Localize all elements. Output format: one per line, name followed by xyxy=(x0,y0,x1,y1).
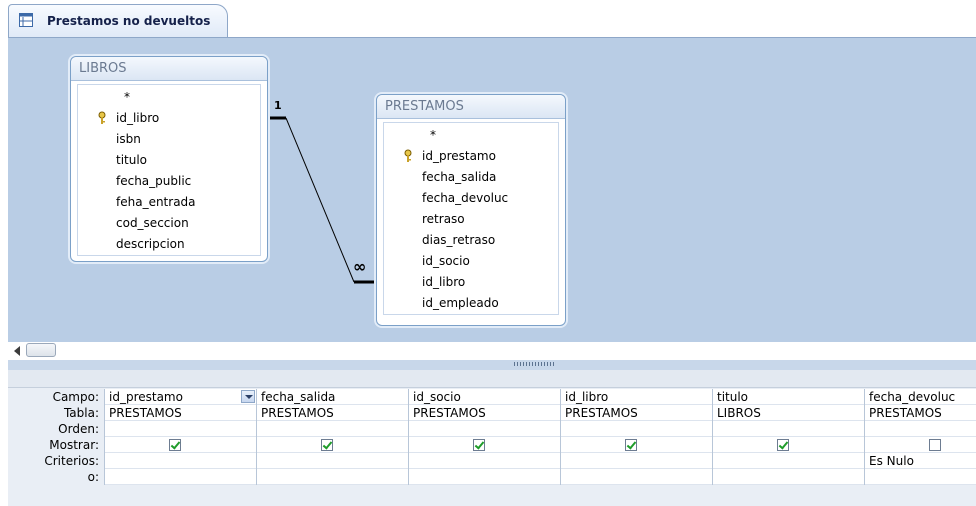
tabla-cell[interactable]: PRESTAMOS xyxy=(409,405,561,421)
criterios-cell[interactable] xyxy=(409,453,561,469)
o-cell[interactable] xyxy=(409,469,561,485)
field-item[interactable]: id_empleado xyxy=(384,293,558,314)
o-cell[interactable] xyxy=(865,469,976,485)
campo-cell[interactable]: id_libro xyxy=(561,389,713,405)
o-cell[interactable] xyxy=(561,469,713,485)
table-design-area[interactable]: 1 ∞ LIBROS * id_libro isbn titulo fecha_… xyxy=(8,37,976,342)
show-checkbox[interactable] xyxy=(625,439,637,451)
table-title[interactable]: PRESTAMOS xyxy=(377,95,565,119)
query-design-grid: Campo: Tabla: Orden: Mostrar: Criterios:… xyxy=(8,370,976,506)
row-label-mostrar: Mostrar: xyxy=(49,438,99,452)
scroll-left-icon[interactable] xyxy=(14,346,20,356)
grid-column: id_libro PRESTAMOS xyxy=(560,389,713,485)
field-item[interactable]: isbn xyxy=(78,129,260,150)
row-label-o: o: xyxy=(87,470,99,484)
field-list: * id_libro isbn titulo fecha_public feha… xyxy=(77,84,261,256)
row-label-campo: Campo: xyxy=(52,390,99,404)
campo-cell[interactable]: fecha_salida xyxy=(257,389,409,405)
show-checkbox[interactable] xyxy=(321,439,333,451)
o-cell[interactable] xyxy=(105,469,257,485)
field-dropdown-icon[interactable] xyxy=(241,390,255,403)
o-cell[interactable] xyxy=(713,469,865,485)
show-checkbox[interactable] xyxy=(929,439,941,451)
column-selector-strip[interactable] xyxy=(8,370,976,388)
criterios-cell[interactable] xyxy=(257,453,409,469)
row-label-tabla: Tabla: xyxy=(63,406,99,420)
grid-column: fecha_salida PRESTAMOS xyxy=(256,389,409,485)
field-item[interactable]: descripcion xyxy=(78,234,260,255)
relationship-one-label: 1 xyxy=(274,99,282,112)
field-item[interactable]: feha_entrada xyxy=(78,192,260,213)
field-item[interactable]: id_prestamo xyxy=(384,146,558,167)
table-title[interactable]: LIBROS xyxy=(71,57,267,81)
orden-cell[interactable] xyxy=(105,421,257,437)
orden-cell[interactable] xyxy=(561,421,713,437)
field-item[interactable]: fecha_devoluc xyxy=(384,188,558,209)
field-item[interactable]: cod_seccion xyxy=(78,213,260,234)
mostrar-cell[interactable] xyxy=(105,437,257,453)
horizontal-scrollbar[interactable] xyxy=(8,342,976,360)
campo-cell[interactable]: id_prestamo xyxy=(105,389,257,405)
field-list: * id_prestamo fecha_salida fecha_devoluc… xyxy=(383,122,559,315)
splitter-grip[interactable] xyxy=(514,362,554,366)
tabla-cell[interactable]: PRESTAMOS xyxy=(257,405,409,421)
field-item[interactable]: titulo xyxy=(78,150,260,171)
tabla-cell[interactable]: PRESTAMOS xyxy=(865,405,976,421)
o-cell[interactable] xyxy=(257,469,409,485)
orden-cell[interactable] xyxy=(713,421,865,437)
scroll-thumb[interactable] xyxy=(26,343,56,357)
prestamos-table[interactable]: PRESTAMOS * id_prestamo fecha_salida fec… xyxy=(376,94,566,326)
criterios-cell[interactable] xyxy=(713,453,865,469)
document-tab-bar: Prestamos no devueltos xyxy=(0,0,976,38)
mostrar-cell[interactable] xyxy=(865,437,976,453)
grid-column: id_socio PRESTAMOS xyxy=(408,389,561,485)
row-label-criterios: Criterios: xyxy=(44,454,99,468)
field-item[interactable]: id_socio xyxy=(384,251,558,272)
field-item[interactable]: * xyxy=(78,87,260,108)
mostrar-cell[interactable] xyxy=(409,437,561,453)
mostrar-cell[interactable] xyxy=(713,437,865,453)
query-tab[interactable]: Prestamos no devueltos xyxy=(8,4,228,38)
grid-column: fecha_devoluc PRESTAMOS Es Nulo xyxy=(864,389,976,485)
row-labels: Campo: Tabla: Orden: Mostrar: Criterios:… xyxy=(8,389,104,485)
row-label-orden: Orden: xyxy=(58,422,99,436)
primary-key-icon xyxy=(98,111,106,124)
show-checkbox[interactable] xyxy=(473,439,485,451)
campo-cell[interactable]: titulo xyxy=(713,389,865,405)
criterios-cell[interactable] xyxy=(105,453,257,469)
criterios-cell[interactable] xyxy=(561,453,713,469)
field-item[interactable]: id_libro xyxy=(78,108,260,129)
query-design-icon xyxy=(19,13,33,27)
mostrar-cell[interactable] xyxy=(257,437,409,453)
field-item[interactable]: id_libro xyxy=(384,272,558,293)
show-checkbox[interactable] xyxy=(777,439,789,451)
tabla-cell[interactable]: PRESTAMOS xyxy=(561,405,713,421)
campo-cell[interactable]: id_socio xyxy=(409,389,561,405)
grid-column: id_prestamo PRESTAMOS xyxy=(104,389,257,485)
libros-table[interactable]: LIBROS * id_libro isbn titulo fecha_publ… xyxy=(70,56,268,262)
campo-cell[interactable]: fecha_devoluc xyxy=(865,389,976,405)
orden-cell[interactable] xyxy=(257,421,409,437)
field-item[interactable]: fecha_salida xyxy=(384,167,558,188)
criterios-cell[interactable]: Es Nulo xyxy=(865,453,976,469)
tabla-cell[interactable]: LIBROS xyxy=(713,405,865,421)
pane-splitter[interactable] xyxy=(8,360,976,370)
mostrar-cell[interactable] xyxy=(561,437,713,453)
orden-cell[interactable] xyxy=(865,421,976,437)
field-item[interactable]: dias_retraso xyxy=(384,230,558,251)
field-item[interactable]: retraso xyxy=(384,209,558,230)
grid-column: titulo LIBROS xyxy=(712,389,865,485)
field-item[interactable]: * xyxy=(384,125,558,146)
primary-key-icon xyxy=(404,149,412,162)
field-item[interactable]: fecha_public xyxy=(78,171,260,192)
show-checkbox[interactable] xyxy=(169,439,181,451)
relationship-many-label: ∞ xyxy=(353,257,367,276)
tab-title: Prestamos no devueltos xyxy=(47,14,211,28)
orden-cell[interactable] xyxy=(409,421,561,437)
tabla-cell[interactable]: PRESTAMOS xyxy=(105,405,257,421)
